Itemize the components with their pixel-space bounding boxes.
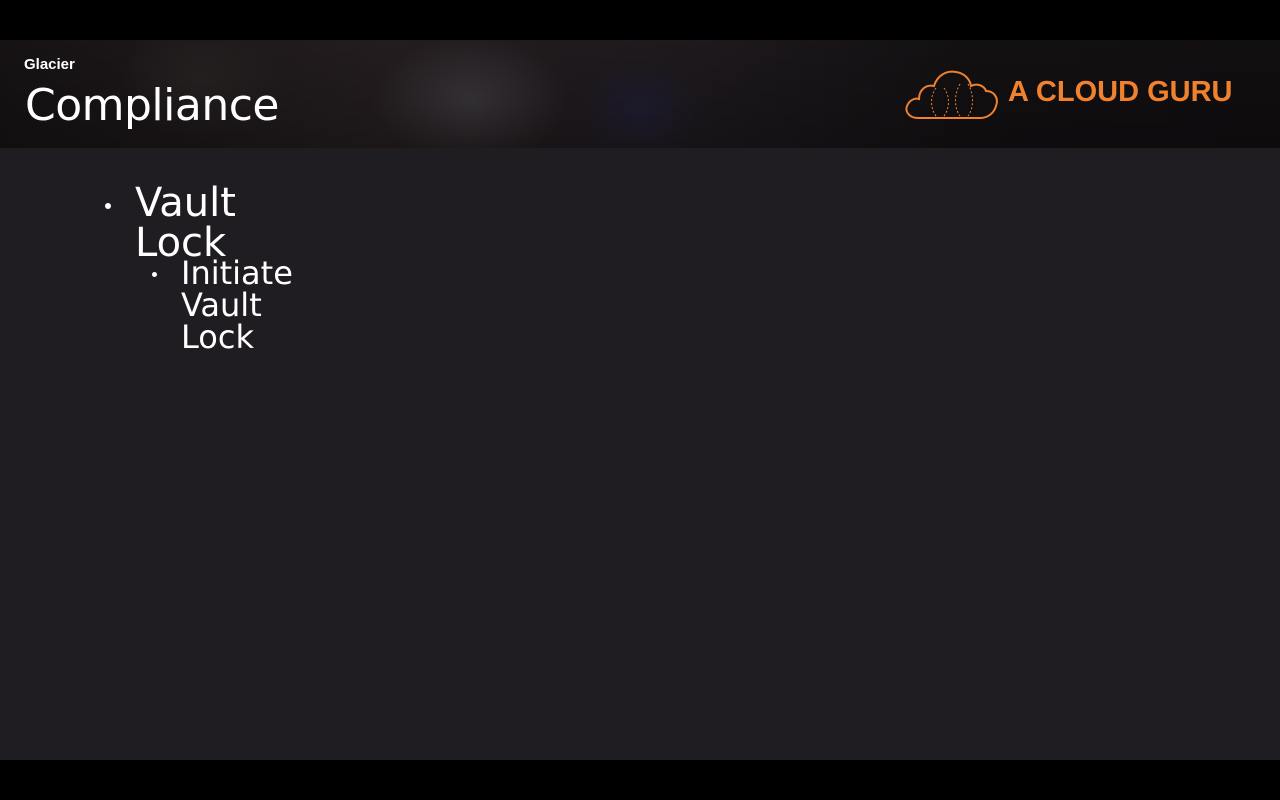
brand-logo-text: A CLOUD GURU xyxy=(1008,76,1233,108)
letterbox-bottom xyxy=(0,760,1280,800)
bullet-dot-icon xyxy=(105,203,111,209)
brand-logo: A CLOUD GURU xyxy=(904,66,1244,122)
letterbox-top xyxy=(0,0,1280,40)
cloud-icon xyxy=(905,70,998,119)
sub-bullet-dot-icon xyxy=(152,272,157,277)
bullet-item-level-1: Vault Lock xyxy=(135,180,236,266)
presentation-slide: Glacier Compliance A CLOUD GURU Vault Lo… xyxy=(0,40,1280,760)
bullet-item-level-2: Initiate Vault Lock xyxy=(181,254,293,356)
slide-section-label: Glacier xyxy=(24,56,75,73)
slide-title: Compliance xyxy=(25,80,280,131)
